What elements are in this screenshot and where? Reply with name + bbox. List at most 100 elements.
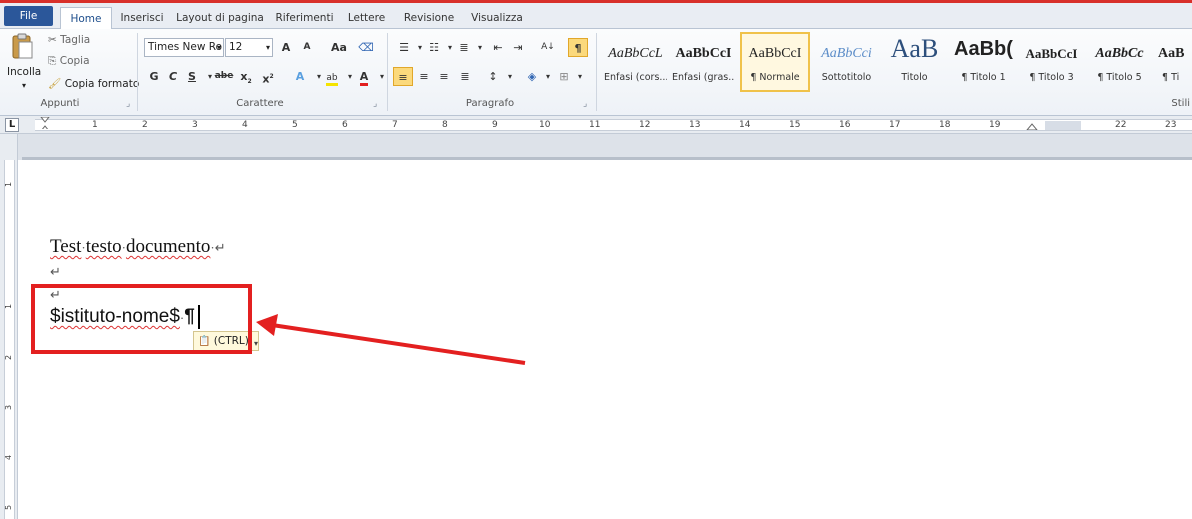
font-name-box[interactable]: Times New Ro ▾ [144, 38, 224, 57]
tab-file[interactable]: File [4, 6, 53, 26]
borders-dropdown-icon[interactable]: ▾ [570, 67, 590, 86]
style-heading-partial[interactable]: AaB ¶ Ti [1156, 32, 1192, 92]
ribbon-home: Incolla ▾ ✂ Taglia ⎘ Copia 🖌 Copia forma… [0, 29, 1192, 116]
doc-line-1[interactable]: Test·testo·documento·↵ [50, 236, 226, 258]
vertical-ruler-track: 1 1 2 3 4 5 [4, 160, 15, 519]
paragraph-launcher-icon[interactable]: ⌟ [583, 99, 587, 109]
line-spacing-icon: ↕ [488, 70, 498, 83]
align-center-button[interactable]: ≡ [414, 67, 434, 86]
tab-view[interactable]: Visualizza [466, 7, 528, 29]
line-break-mark: ↵ [50, 264, 61, 279]
align-left-icon: ≡ [398, 71, 408, 84]
cut-button[interactable]: ✂ Taglia [48, 34, 90, 46]
shrink-font-button[interactable]: A [297, 38, 317, 57]
highlighter-icon: ab [326, 73, 338, 86]
font-color-icon: A [359, 70, 369, 86]
style-sample: AaB [890, 34, 939, 63]
tab-page-layout[interactable]: Layout di pagina [175, 7, 265, 29]
style-heading-3[interactable]: AaBbCcI ¶ Titolo 3 [1020, 32, 1083, 92]
multilevel-dropdown-icon[interactable]: ▾ [470, 38, 490, 57]
cut-label: Taglia [60, 34, 91, 46]
style-title[interactable]: AaB Titolo [883, 32, 946, 92]
subscript-button[interactable]: x2 [236, 67, 256, 86]
copy-label: Copia [59, 55, 90, 67]
underline-button[interactable]: S [182, 67, 202, 86]
text-effects-icon: A [295, 70, 305, 83]
right-margin-shade [1045, 121, 1081, 130]
font-color-button[interactable]: A [354, 67, 374, 86]
clipboard-group-label: Appunti [40, 98, 80, 109]
ruler-number: 18 [939, 120, 951, 130]
copy-button[interactable]: ⎘ Copia [48, 55, 90, 68]
horizontal-ruler[interactable]: L 1 2 3 4 5 6 7 8 9 10 11 12 13 14 15 16… [0, 116, 1192, 134]
tab-selector-button[interactable]: L [5, 118, 19, 132]
style-sample: AaBbCci [821, 46, 872, 61]
ruler-number: 5 [292, 120, 298, 130]
chevron-down-icon: ▾ [265, 43, 270, 52]
bold-button[interactable]: G [144, 67, 164, 86]
ruler-number: 16 [839, 120, 851, 130]
style-name: Sottotitolo [821, 72, 872, 83]
style-heading-5[interactable]: AaBbCc ¶ Titolo 5 [1088, 32, 1151, 92]
ruler-track: 1 2 3 4 5 6 7 8 9 10 11 12 13 14 15 16 1… [35, 117, 1192, 131]
italic-icon: C [168, 70, 178, 83]
decrease-indent-button[interactable]: ⇤ [488, 38, 508, 57]
style-emphasis-italic[interactable]: AaBbCcL Enfasi (cors... [604, 32, 667, 92]
change-case-button[interactable]: Aa [326, 38, 352, 57]
paste-button[interactable] [10, 33, 34, 61]
paint-bucket-icon: ◈ [527, 70, 537, 83]
style-sample: AaBbCcI [675, 46, 732, 61]
text-effects-button[interactable]: A [290, 67, 310, 86]
align-left-button[interactable]: ≡ [393, 67, 413, 86]
style-name: ¶ Titolo 5 [1097, 72, 1142, 83]
line-spacing-dropdown-icon[interactable]: ▾ [500, 67, 520, 86]
style-sample: AaBb( [954, 38, 1013, 60]
doc-line-2[interactable]: ↵ [50, 260, 61, 282]
strikethrough-icon: abe [214, 71, 234, 81]
grow-font-button[interactable]: A [276, 38, 296, 57]
font-color-dropdown-icon[interactable]: ▾ [372, 67, 392, 86]
tab-insert[interactable]: Inserisci [117, 7, 167, 29]
style-normal[interactable]: AaBbCcI ¶ Normale [740, 32, 810, 92]
vruler-number: 2 [4, 354, 14, 361]
ruler-number: 23 [1165, 120, 1177, 130]
sort-button[interactable]: A↓ [538, 38, 558, 57]
style-subtitle[interactable]: AaBbCci Sottotitolo [815, 32, 878, 92]
pilcrow-icon: ¶ [574, 42, 582, 55]
clipboard-launcher-icon[interactable]: ⌟ [126, 99, 130, 109]
clear-formatting-button[interactable]: ⌫ [356, 38, 376, 57]
font-launcher-icon[interactable]: ⌟ [373, 99, 377, 109]
vertical-ruler[interactable]: 1 1 2 3 4 5 [0, 134, 18, 519]
style-emphasis-bold[interactable]: AaBbCcI Enfasi (gras... [672, 32, 735, 92]
style-name: Enfasi (cors... [604, 72, 667, 83]
tab-home[interactable]: Home [60, 7, 112, 31]
tab-mailings[interactable]: Lettere [344, 7, 389, 29]
tab-review[interactable]: Revisione [400, 7, 458, 29]
font-size-box[interactable]: 12 ▾ [225, 38, 273, 57]
bold-icon: G [149, 70, 159, 83]
change-case-icon: Aa [331, 41, 347, 54]
format-painter-button[interactable]: 🖌 Copia formato [48, 77, 139, 90]
italic-button[interactable]: C [163, 67, 183, 86]
highlight-button[interactable]: ab [322, 67, 342, 86]
ruler-number: 12 [639, 120, 651, 130]
strikethrough-button[interactable]: abe [214, 67, 234, 86]
style-heading-1[interactable]: AaBb( ¶ Titolo 1 [952, 32, 1015, 92]
align-right-button[interactable]: ≡ [434, 67, 454, 86]
paste-dropdown-icon[interactable]: ▾ [22, 81, 26, 90]
tab-references[interactable]: Riferimenti [272, 7, 337, 29]
paste-label[interactable]: Incolla [7, 66, 41, 78]
style-name: Enfasi (gras... [672, 72, 735, 83]
justify-button[interactable]: ≣ [455, 67, 475, 86]
superscript-button[interactable]: x2 [258, 67, 278, 86]
copy-icon: ⎘ [48, 55, 57, 67]
sort-icon: A↓ [541, 42, 555, 52]
show-formatting-button[interactable]: ¶ [568, 38, 588, 57]
align-right-icon: ≡ [439, 70, 449, 83]
align-center-icon: ≡ [419, 70, 429, 83]
increase-indent-button[interactable]: ⇥ [508, 38, 528, 57]
right-indent-marker-icon[interactable] [1025, 118, 1039, 130]
indent-marker-icon[interactable] [38, 117, 58, 129]
vruler-number: 4 [4, 454, 14, 461]
ruler-number: 10 [539, 120, 551, 130]
